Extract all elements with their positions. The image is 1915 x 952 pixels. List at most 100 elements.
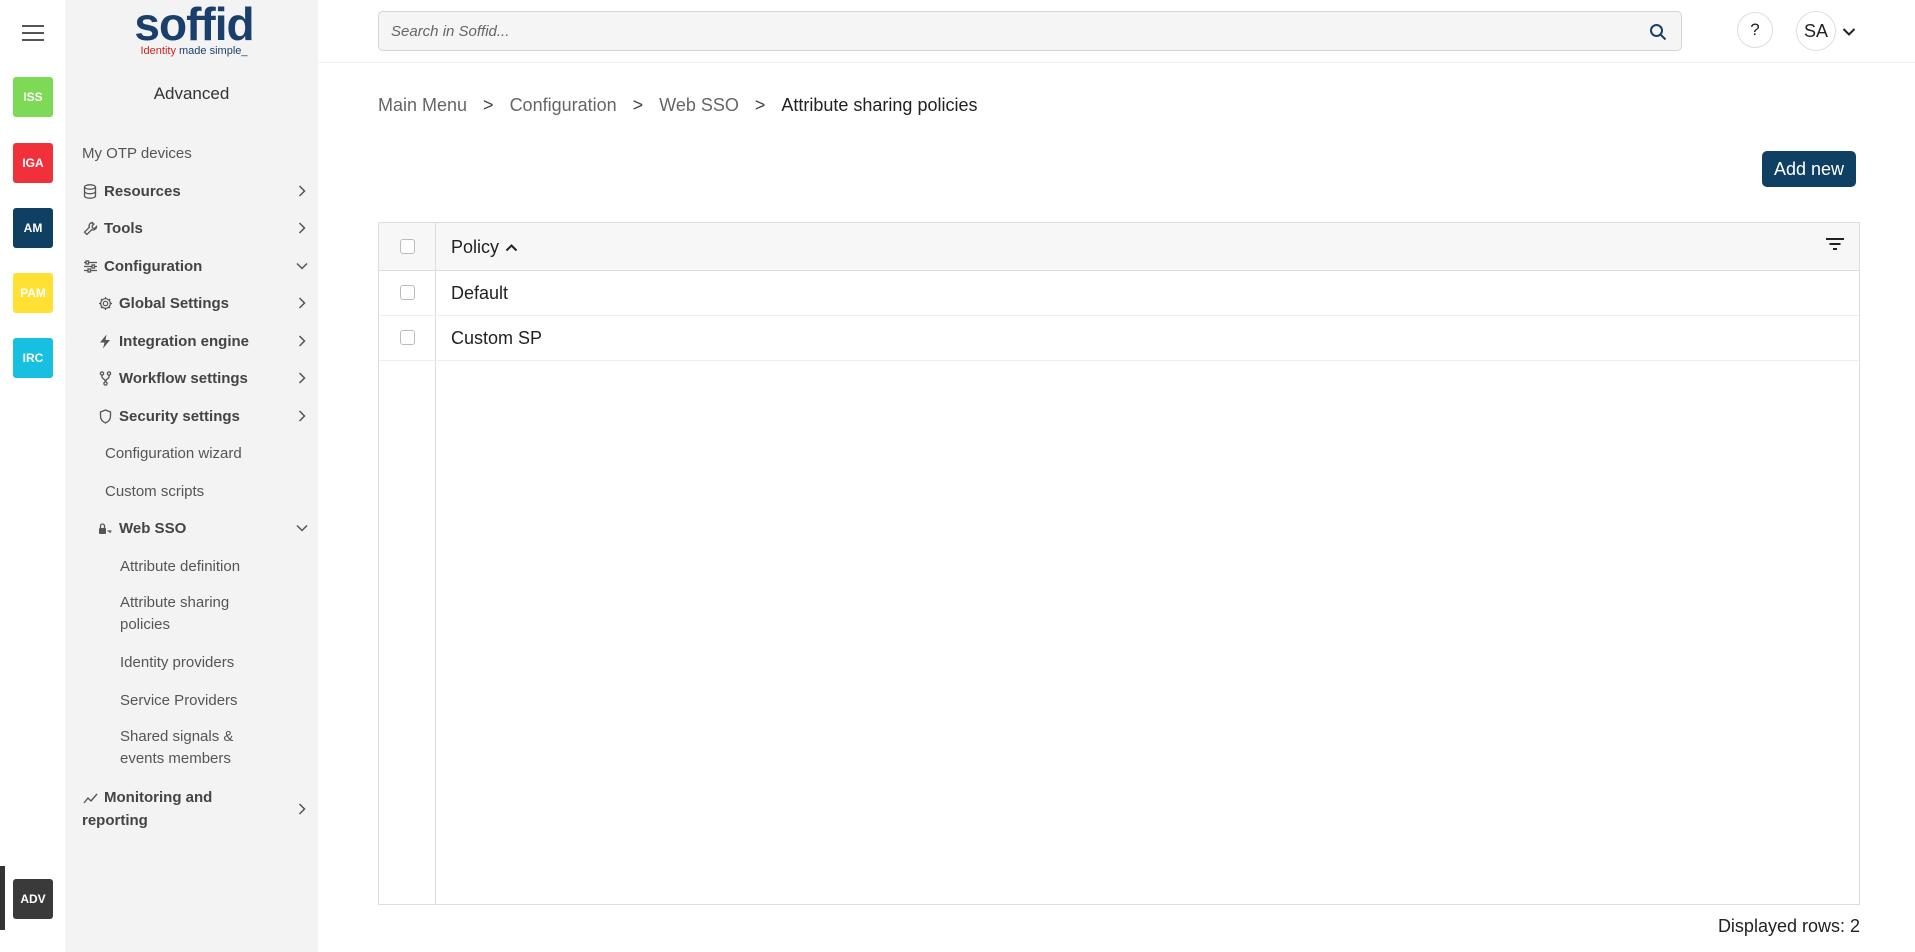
sidebar-item-shared-signals[interactable]: Shared signals & events members bbox=[120, 724, 255, 772]
app-irc-button[interactable]: IRC bbox=[13, 338, 53, 378]
sidebar-item-label-wrap: Monitoring and reporting bbox=[82, 786, 227, 832]
sidebar: soffid Identity made simple_ Advanced My… bbox=[65, 0, 318, 952]
help-button[interactable]: ? bbox=[1737, 12, 1773, 48]
chevron-right-icon bbox=[296, 222, 308, 234]
row-checkbox[interactable] bbox=[400, 330, 415, 345]
chevron-down-icon bbox=[296, 522, 308, 534]
breadcrumb: Main Menu > Configuration > Web SSO > At… bbox=[378, 95, 977, 116]
filter-icon[interactable] bbox=[1825, 237, 1845, 253]
column-header-policy[interactable]: Policy bbox=[451, 237, 518, 258]
sidebar-item-workflow-settings[interactable]: Workflow settings bbox=[97, 365, 318, 391]
sort-ascending-icon bbox=[505, 243, 518, 252]
breadcrumb-current-page: Attribute sharing policies bbox=[781, 95, 978, 115]
sidebar-item-attribute-sharing-policies[interactable]: Attribute sharing policies bbox=[120, 590, 250, 638]
select-column bbox=[379, 223, 436, 270]
user-avatar[interactable]: SA bbox=[1796, 11, 1836, 51]
section-title: Advanced bbox=[153, 84, 230, 103]
sidebar-item-label: Configuration bbox=[104, 257, 203, 275]
sidebar-item-monitoring-and-reporting[interactable]: Monitoring and reporting bbox=[82, 785, 318, 833]
sidebar-item-integration-engine[interactable]: Integration engine bbox=[97, 328, 318, 354]
app-pam-button[interactable]: PAM bbox=[13, 273, 53, 313]
sidebar-item-label: Shared signals & events members bbox=[120, 728, 234, 767]
logo-wordmark: soffid bbox=[134, 0, 254, 50]
sliders-icon bbox=[82, 258, 98, 274]
hamburger-menu-icon[interactable] bbox=[22, 25, 44, 43]
displayed-rows-count: Displayed rows: 2 bbox=[1717, 916, 1860, 936]
sidebar-item-identity-providers[interactable]: Identity providers bbox=[120, 649, 234, 675]
sidebar-item-label: Global Settings bbox=[119, 294, 230, 312]
search-icon[interactable] bbox=[1649, 23, 1667, 41]
table-row[interactable]: Custom SP bbox=[379, 316, 1859, 361]
sidebar-item-service-providers[interactable]: Service Providers bbox=[120, 687, 238, 713]
select-all-checkbox[interactable] bbox=[400, 239, 415, 254]
search-box[interactable] bbox=[378, 11, 1682, 51]
sidebar-item-label: Tools bbox=[104, 219, 143, 237]
select-column bbox=[379, 316, 436, 360]
sidebar-item-label: Identity providers bbox=[120, 653, 235, 671]
breadcrumb-configuration[interactable]: Configuration bbox=[510, 95, 617, 116]
chevron-right-icon bbox=[296, 803, 308, 815]
fork-icon bbox=[97, 370, 113, 386]
bolt-icon bbox=[97, 333, 113, 349]
sidebar-item-label: Attribute definition bbox=[120, 557, 241, 575]
sidebar-item-resources[interactable]: Resources bbox=[82, 178, 318, 204]
column-header-label: Policy bbox=[451, 237, 500, 257]
app-am-button[interactable]: AM bbox=[13, 208, 53, 248]
sidebar-item-security-settings[interactable]: Security settings bbox=[97, 403, 318, 429]
app-adv-button[interactable]: ADV bbox=[13, 879, 53, 919]
breadcrumb-separator: > bbox=[754, 95, 766, 115]
policy-cell: Default bbox=[451, 283, 509, 303]
sidebar-item-web-sso[interactable]: Web SSO bbox=[97, 515, 318, 541]
chart-line-icon bbox=[82, 790, 98, 806]
app-iss-button[interactable]: ISS bbox=[13, 77, 53, 117]
chevron-down-icon[interactable] bbox=[1842, 24, 1856, 38]
database-icon bbox=[82, 183, 98, 199]
sidebar-item-label: Workflow settings bbox=[119, 369, 248, 387]
policy-cell: Custom SP bbox=[451, 328, 543, 348]
sidebar-item-label: Service Providers bbox=[120, 691, 238, 709]
wrench-icon bbox=[82, 220, 98, 236]
sidebar-item-label: My OTP devices bbox=[82, 144, 192, 162]
sidebar-item-label: Resources bbox=[104, 182, 181, 200]
search-input[interactable] bbox=[391, 22, 1631, 40]
sidebar-item-label: Configuration wizard bbox=[105, 444, 242, 462]
row-checkbox[interactable] bbox=[400, 285, 415, 300]
sidebar-item-global-settings[interactable]: Global Settings bbox=[97, 290, 318, 316]
logo-tagline: Identity made simple_ bbox=[140, 45, 248, 57]
breadcrumb-separator: > bbox=[483, 95, 494, 115]
sidebar-item-label: Web SSO bbox=[119, 519, 187, 537]
soffid-logo[interactable]: soffid Identity made simple_ bbox=[119, 0, 269, 64]
sidebar-item-label: Custom scripts bbox=[105, 482, 205, 500]
sidebar-item-attribute-definition[interactable]: Attribute definition bbox=[120, 553, 240, 579]
sidebar-item-label: Attribute sharing policies bbox=[120, 594, 230, 633]
chevron-down-icon bbox=[296, 260, 308, 272]
select-column-filler bbox=[379, 361, 436, 904]
chevron-right-icon bbox=[296, 335, 308, 347]
app-iga-button[interactable]: IGA bbox=[13, 143, 53, 183]
sidebar-item-custom-scripts[interactable]: Custom scripts bbox=[105, 478, 204, 504]
sidebar-item-configuration[interactable]: Configuration bbox=[82, 253, 318, 279]
gear-icon bbox=[97, 295, 113, 311]
table-row[interactable]: Default bbox=[379, 271, 1859, 316]
chevron-right-icon bbox=[296, 297, 308, 309]
breadcrumb-separator: > bbox=[632, 95, 644, 115]
add-new-button[interactable]: Add new bbox=[1762, 151, 1856, 187]
sidebar-item-my-otp-devices[interactable]: My OTP devices bbox=[82, 140, 192, 166]
table-header: Policy bbox=[379, 223, 1859, 271]
select-column bbox=[379, 271, 436, 315]
app-rail: ISS IGA AM PAM IRC ADV bbox=[0, 0, 65, 952]
policies-table: Policy Default Custom SP bbox=[378, 222, 1860, 905]
sidebar-item-configuration-wizard[interactable]: Configuration wizard bbox=[105, 440, 242, 466]
chevron-right-icon bbox=[296, 185, 308, 197]
breadcrumb-main-menu[interactable]: Main Menu bbox=[378, 95, 467, 116]
top-header: ? SA bbox=[318, 0, 1915, 63]
sidebar-item-label: Monitoring and reporting bbox=[82, 789, 213, 829]
breadcrumb-web-sso[interactable]: Web SSO bbox=[659, 95, 739, 116]
shield-icon bbox=[97, 408, 113, 424]
active-app-indicator bbox=[0, 866, 5, 930]
sidebar-item-label: Security settings bbox=[119, 407, 240, 425]
chevron-right-icon bbox=[296, 372, 308, 384]
chevron-right-icon bbox=[296, 410, 308, 422]
sidebar-item-label: Integration engine bbox=[119, 332, 250, 350]
sidebar-item-tools[interactable]: Tools bbox=[82, 215, 318, 241]
